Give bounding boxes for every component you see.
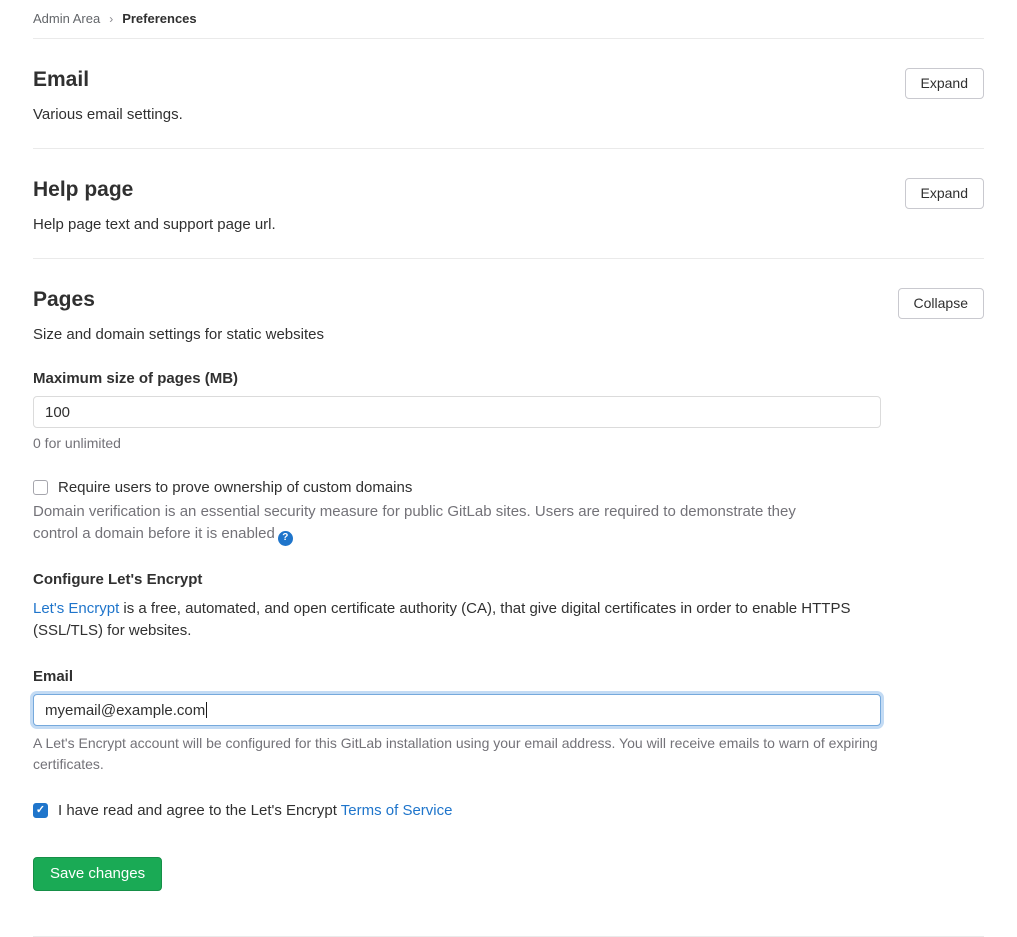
lets-encrypt-paragraph-text: is a free, automated, and open certifica… <box>33 600 850 639</box>
section-email-description: Various email settings. <box>33 106 183 123</box>
max-pages-size-help: 0 for unlimited <box>33 435 984 451</box>
section-email-title: Email <box>33 68 183 91</box>
save-changes-button[interactable]: Save changes <box>33 857 162 891</box>
lets-encrypt-email-value: myemail@example.com <box>45 702 205 719</box>
question-mark-help-icon[interactable]: ? <box>278 531 293 546</box>
lets-encrypt-email-help: A Let's Encrypt account will be configur… <box>33 733 883 774</box>
domain-verification-row: Require users to prove ownership of cust… <box>33 479 984 496</box>
section-email: Email Various email settings. Expand <box>33 39 984 149</box>
max-pages-size-label: Maximum size of pages (MB) <box>33 370 984 387</box>
domain-verification-checkbox[interactable] <box>33 480 48 495</box>
section-pages-text: Pages Size and domain settings for stati… <box>33 288 324 343</box>
text-cursor <box>206 702 207 718</box>
breadcrumb: Admin Area › Preferences <box>33 0 984 38</box>
lets-encrypt-link[interactable]: Let's Encrypt <box>33 600 119 617</box>
domain-verification-help: Domain verification is an essential secu… <box>33 501 843 546</box>
terms-of-service-checkbox[interactable]: ✓ <box>33 803 48 818</box>
terms-of-service-label-text: I have read and agree to the Let's Encry… <box>58 802 341 819</box>
lets-encrypt-paragraph: Let's Encrypt is a free, automated, and … <box>33 598 883 642</box>
terms-of-service-link[interactable]: Terms of Service <box>341 802 453 819</box>
terms-of-service-label: I have read and agree to the Let's Encry… <box>58 802 452 819</box>
breadcrumb-admin-area-link[interactable]: Admin Area <box>33 11 100 26</box>
section-help-page-text: Help page Help page text and support pag… <box>33 178 276 233</box>
section-help-page-header: Help page Help page text and support pag… <box>33 178 984 233</box>
section-help-page-description: Help page text and support page url. <box>33 216 276 233</box>
domain-verification-label: Require users to prove ownership of cust… <box>58 479 412 496</box>
admin-preferences-page: Admin Area › Preferences Email Various e… <box>0 0 1017 937</box>
chevron-right-icon: › <box>109 12 113 26</box>
lets-encrypt-email-label: Email <box>33 668 984 685</box>
terms-of-service-row: ✓ I have read and agree to the Let's Enc… <box>33 802 984 819</box>
email-expand-button[interactable]: Expand <box>905 68 984 99</box>
max-pages-size-input[interactable] <box>33 396 881 428</box>
pages-collapse-button[interactable]: Collapse <box>898 288 984 319</box>
lets-encrypt-email-input[interactable]: myemail@example.com <box>33 694 881 726</box>
section-email-header: Email Various email settings. Expand <box>33 68 984 123</box>
breadcrumb-current-page: Preferences <box>122 11 196 26</box>
section-email-text: Email Various email settings. <box>33 68 183 123</box>
section-pages-header: Pages Size and domain settings for stati… <box>33 288 984 343</box>
domain-verification-help-text: Domain verification is an essential secu… <box>33 503 796 542</box>
section-pages: Pages Size and domain settings for stati… <box>33 259 984 916</box>
lets-encrypt-heading: Configure Let's Encrypt <box>33 571 984 588</box>
section-help-page-title: Help page <box>33 178 276 201</box>
help-page-expand-button[interactable]: Expand <box>905 178 984 209</box>
pages-settings-form: Maximum size of pages (MB) 0 for unlimit… <box>33 370 984 891</box>
section-pages-description: Size and domain settings for static webs… <box>33 326 324 343</box>
section-pages-title: Pages <box>33 288 324 311</box>
section-help-page: Help page Help page text and support pag… <box>33 149 984 259</box>
